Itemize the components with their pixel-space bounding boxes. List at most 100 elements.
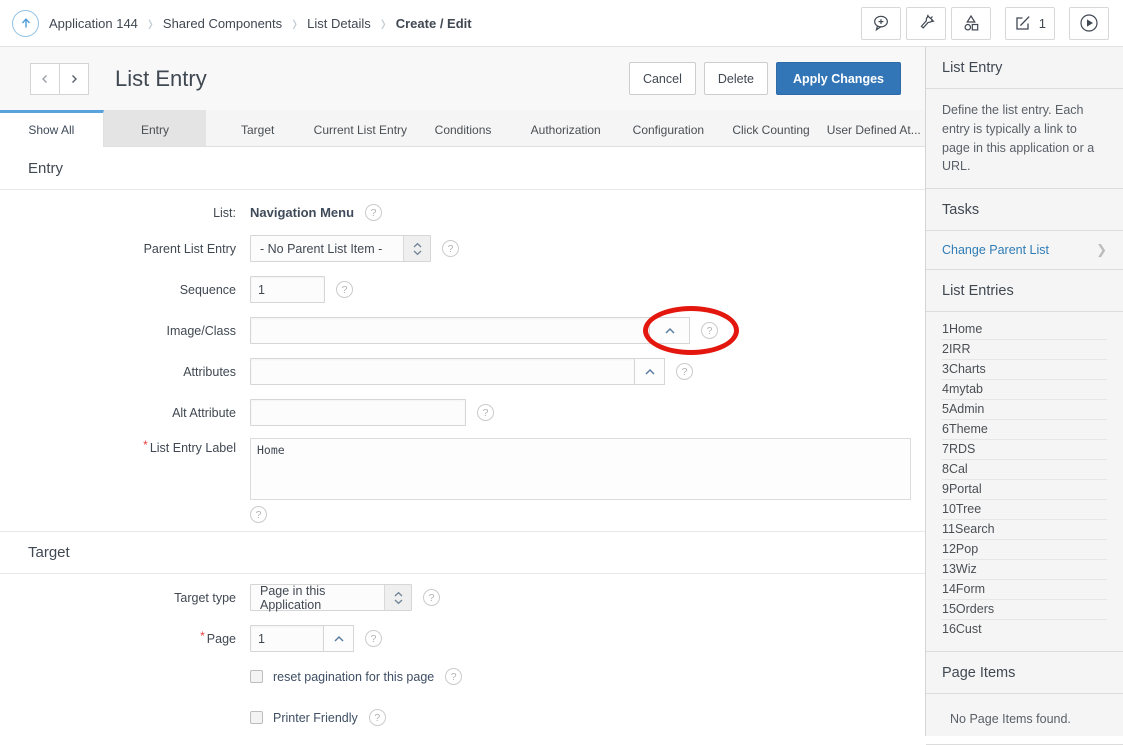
tab-current-list-entry[interactable]: Current List Entry: [309, 110, 412, 146]
shapes-icon: [961, 13, 981, 33]
help-icon[interactable]: ?: [250, 506, 267, 523]
tab-entry[interactable]: Entry: [104, 110, 207, 146]
list-entry-item[interactable]: 13Wiz: [942, 560, 1107, 580]
target-type-select[interactable]: Page in this Application: [250, 584, 412, 611]
tab-configuration[interactable]: Configuration: [617, 110, 720, 146]
tab-user-defined[interactable]: User Defined At...: [822, 110, 925, 146]
printer-friendly-label: Printer Friendly: [273, 711, 358, 725]
sidebar-list-entry-description: Define the list entry. Each entry is typ…: [926, 89, 1123, 189]
target-type-value: Page in this Application: [251, 584, 384, 612]
breadcrumb-shared-components[interactable]: Shared Components: [163, 16, 282, 31]
list-entry-item[interactable]: 16Cust: [942, 620, 1107, 639]
page-items-empty-message: No Page Items found.: [926, 694, 1123, 745]
sequence-input[interactable]: [250, 276, 325, 303]
breadcrumb-separator-icon: ›: [292, 9, 297, 36]
breadcrumb: Application 144 › Shared Components › Li…: [12, 10, 472, 37]
target-type-row: Target type Page in this Application ?: [0, 584, 925, 611]
flashlight-icon: [916, 13, 936, 33]
page-title-bar: List Entry Cancel Delete Apply Changes: [0, 47, 925, 110]
help-icon[interactable]: ?: [336, 281, 353, 298]
breadcrumb-application[interactable]: Application 144: [49, 16, 138, 31]
edit-page-button[interactable]: 1: [1005, 7, 1055, 40]
tab-conditions[interactable]: Conditions: [412, 110, 515, 146]
parent-list-entry-row: Parent List Entry - No Parent List Item …: [0, 235, 925, 262]
attributes-input[interactable]: [250, 358, 635, 385]
sidebar-list-entry-title: List Entry: [926, 47, 1123, 89]
list-entry-item[interactable]: 6Theme: [942, 420, 1107, 440]
apply-changes-button[interactable]: Apply Changes: [776, 62, 901, 95]
run-application-button[interactable]: [1069, 7, 1109, 40]
right-sidebar: List Entry Define the list entry. Each e…: [925, 47, 1123, 736]
top-header: Application 144 › Shared Components › Li…: [0, 0, 1123, 47]
list-entry-item[interactable]: 2IRR: [942, 340, 1107, 360]
breadcrumb-list-details[interactable]: List Details: [307, 16, 371, 31]
required-asterisk: *: [143, 438, 148, 452]
feedback-button[interactable]: [861, 7, 901, 40]
list-entry-item[interactable]: 4mytab: [942, 380, 1107, 400]
help-icon[interactable]: ?: [445, 668, 462, 685]
list-label: List:: [0, 206, 250, 220]
cancel-button[interactable]: Cancel: [629, 62, 696, 95]
tab-show-all[interactable]: Show All: [0, 110, 104, 147]
reset-pagination-row: reset pagination for this page ?: [0, 668, 925, 685]
image-class-row: Image/Class ?: [0, 317, 925, 344]
sidebar-list-entries-title: List Entries: [926, 270, 1123, 312]
up-arrow-icon[interactable]: [12, 10, 39, 37]
tab-authorization[interactable]: Authorization: [514, 110, 617, 146]
help-icon[interactable]: ?: [365, 204, 382, 221]
comment-plus-icon: [871, 13, 891, 33]
page-popup-button[interactable]: [323, 625, 354, 652]
help-icon[interactable]: ?: [701, 322, 718, 339]
previous-entry-button[interactable]: [30, 63, 60, 95]
list-entry-item[interactable]: 12Pop: [942, 540, 1107, 560]
list-entry-item[interactable]: 14Form: [942, 580, 1107, 600]
image-class-input[interactable]: [250, 317, 650, 344]
help-icon[interactable]: ?: [442, 240, 459, 257]
printer-friendly-row: Printer Friendly ?: [0, 709, 925, 726]
main-content: List Entry Cancel Delete Apply Changes S…: [0, 47, 925, 736]
list-entry-label-textarea[interactable]: Home: [250, 438, 911, 500]
help-icon[interactable]: ?: [369, 709, 386, 726]
tab-target[interactable]: Target: [206, 110, 309, 146]
reset-pagination-label: reset pagination for this page: [273, 670, 434, 684]
attributes-popup-button[interactable]: [634, 358, 665, 385]
list-entry-item[interactable]: 9Portal: [942, 480, 1107, 500]
list-entry-item[interactable]: 7RDS: [942, 440, 1107, 460]
list-entry-item[interactable]: 8Cal: [942, 460, 1107, 480]
list-entry-item[interactable]: 11Search: [942, 520, 1107, 540]
edit-page-icon: [1014, 14, 1032, 32]
alt-attribute-input[interactable]: [250, 399, 466, 426]
attributes-row: Attributes ?: [0, 358, 925, 385]
change-parent-list-link[interactable]: Change Parent List ❯: [926, 231, 1123, 270]
help-icon[interactable]: ?: [423, 589, 440, 606]
chevron-right-icon: ❯: [1096, 242, 1107, 258]
list-entry-label-row: *List Entry Label Home: [0, 438, 925, 500]
header-toolbar: 1: [856, 7, 1109, 40]
list-entries-list: 1Home 2IRR 3Charts 4mytab 5Admin 6Theme …: [926, 312, 1123, 652]
image-class-label: Image/Class: [0, 324, 250, 338]
help-icon[interactable]: ?: [477, 404, 494, 421]
shared-components-button[interactable]: [951, 7, 991, 40]
parent-list-entry-select[interactable]: - No Parent List Item -: [250, 235, 431, 262]
list-entry-item[interactable]: 15Orders: [942, 600, 1107, 620]
delete-button[interactable]: Delete: [704, 62, 768, 95]
help-icon[interactable]: ?: [676, 363, 693, 380]
reset-pagination-checkbox[interactable]: [250, 670, 263, 683]
list-row: List: Navigation Menu ?: [0, 204, 925, 221]
list-entry-label-label: *List Entry Label: [0, 438, 250, 455]
page-title: List Entry: [115, 66, 621, 92]
next-entry-button[interactable]: [59, 63, 89, 95]
tab-click-counting[interactable]: Click Counting: [720, 110, 823, 146]
image-class-popup-button[interactable]: [649, 317, 690, 344]
printer-friendly-checkbox[interactable]: [250, 711, 263, 724]
page-input[interactable]: [250, 625, 324, 652]
list-entry-item[interactable]: 5Admin: [942, 400, 1107, 420]
edit-page-number: 1: [1039, 16, 1046, 31]
sequence-row: Sequence ?: [0, 276, 925, 303]
list-entry-item[interactable]: 3Charts: [942, 360, 1107, 380]
sidebar-tasks-title: Tasks: [926, 189, 1123, 231]
list-entry-item[interactable]: 10Tree: [942, 500, 1107, 520]
spotlight-search-button[interactable]: [906, 7, 946, 40]
list-entry-item[interactable]: 1Home: [942, 320, 1107, 340]
help-icon[interactable]: ?: [365, 630, 382, 647]
